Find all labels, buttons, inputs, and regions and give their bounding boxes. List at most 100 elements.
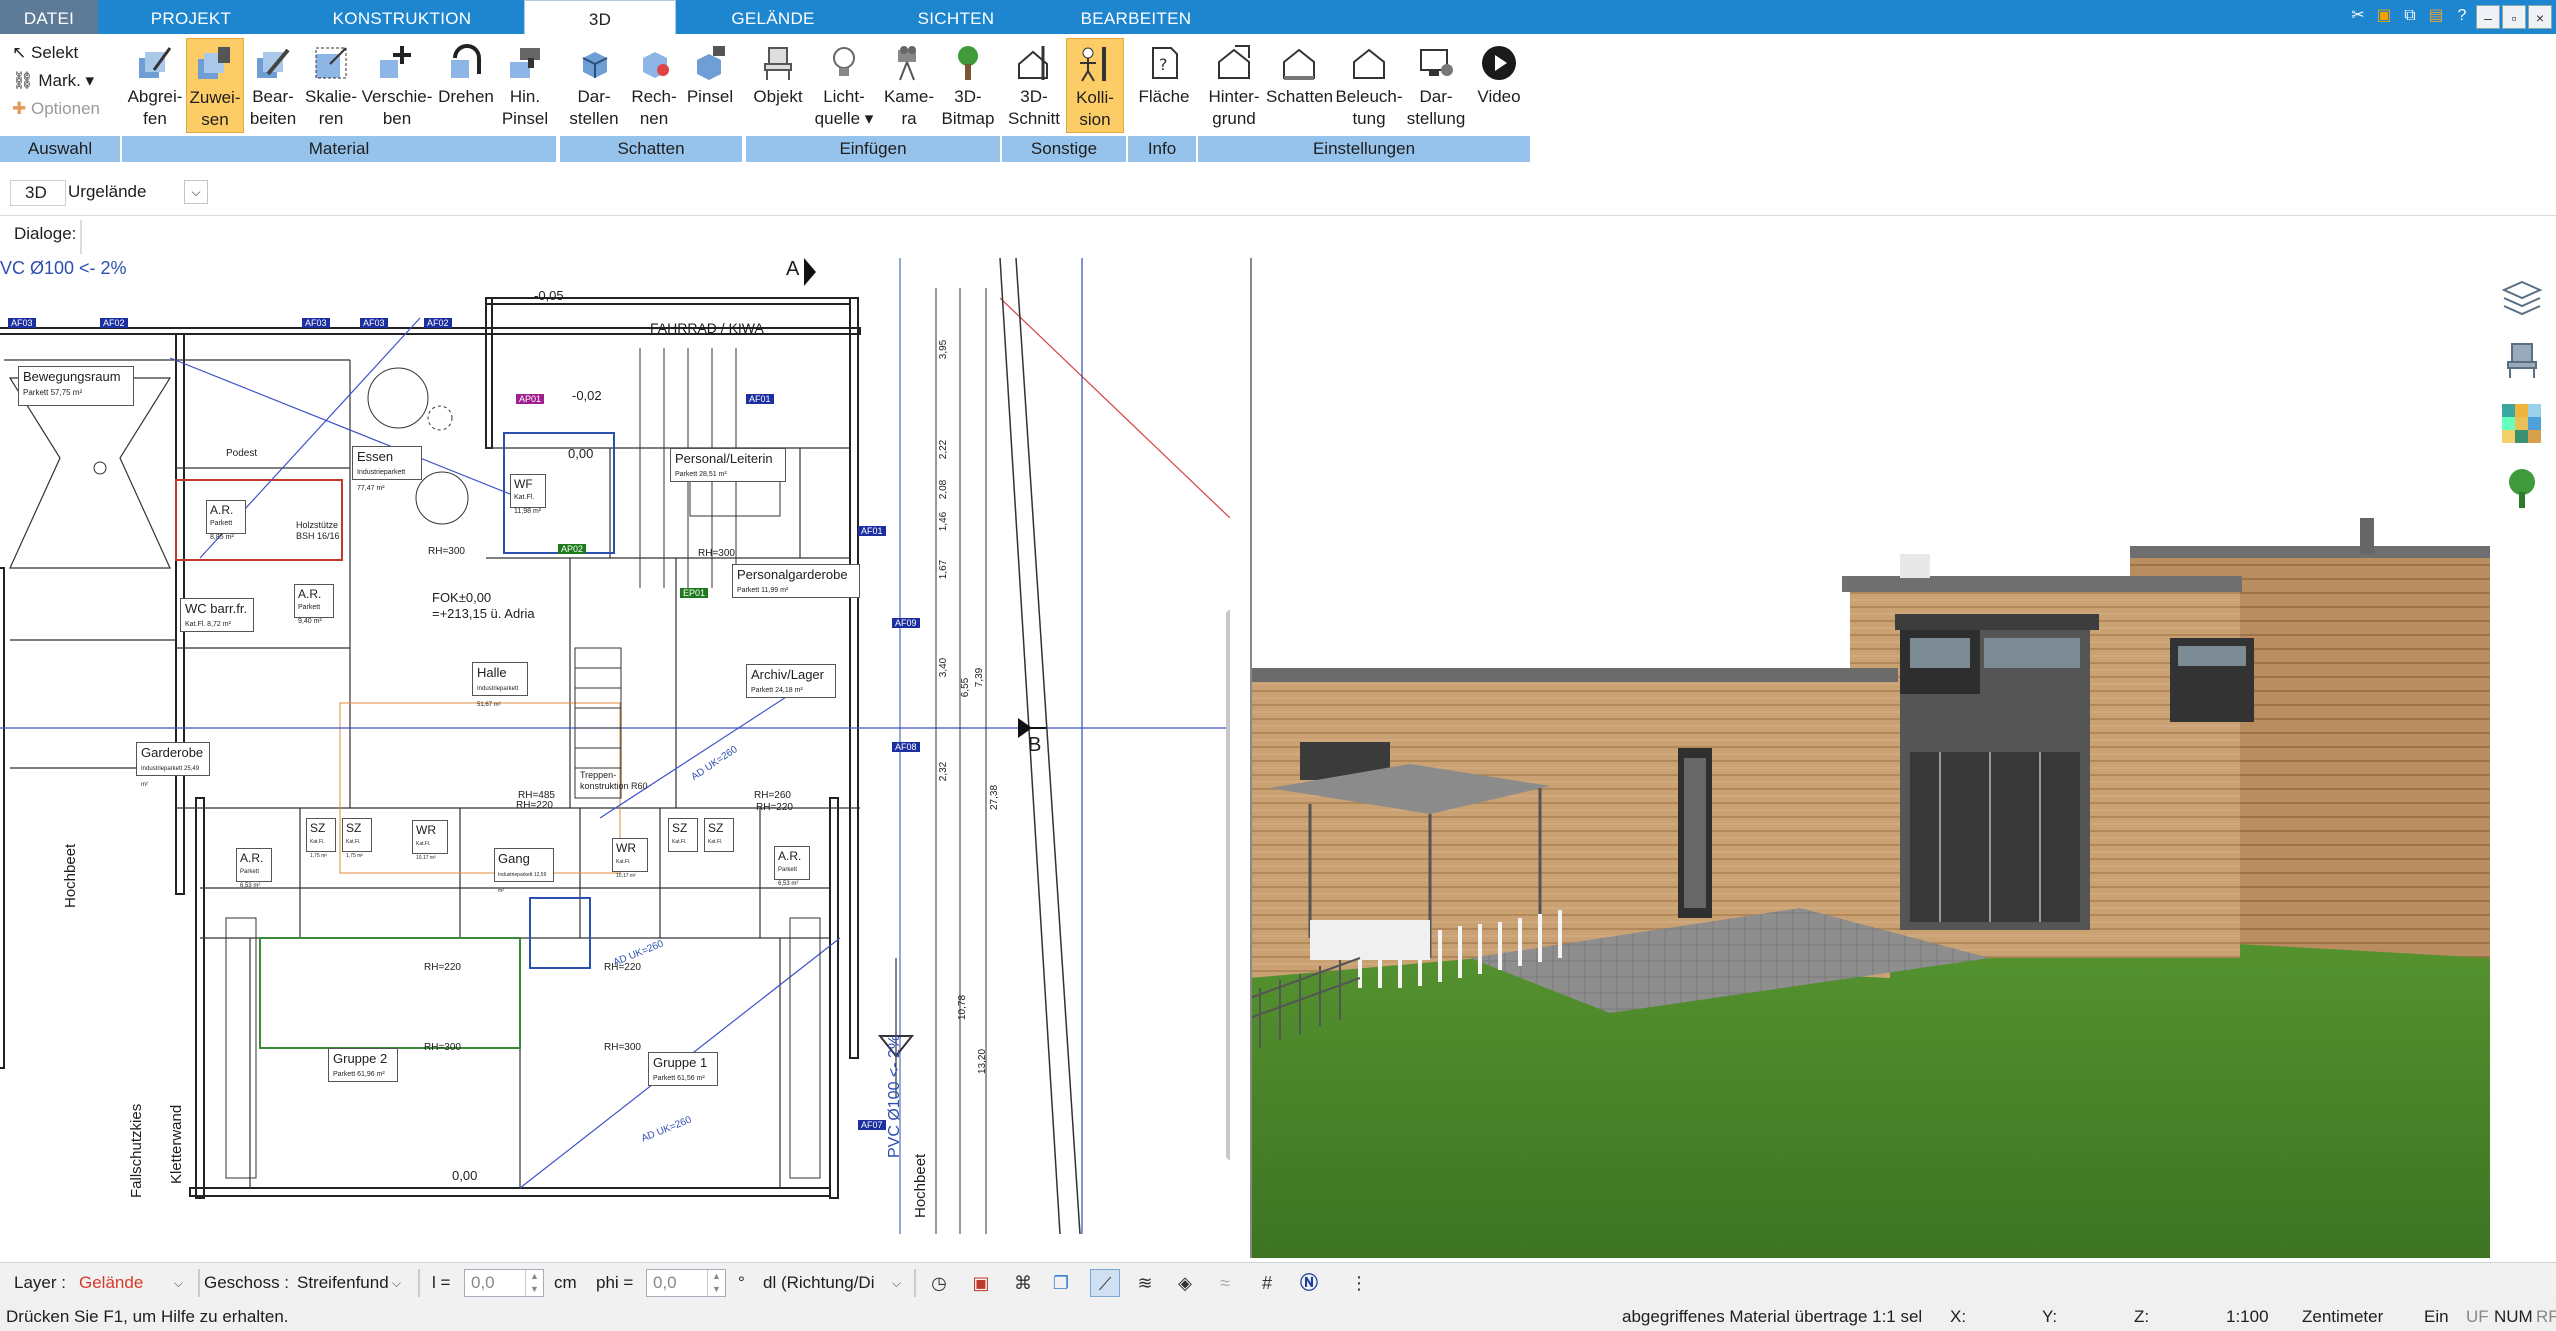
darstellung-label: Dar- [1419, 87, 1453, 106]
tab-konstruktion[interactable]: KONSTRUKTION [284, 0, 520, 34]
spinner-icon[interactable]: ▲ ▼ [525, 1270, 543, 1296]
room-tag: Essen Industrieparkett 77,47 m² [352, 446, 422, 492]
tab-datei[interactable]: DATEI [0, 0, 98, 34]
schnitt-button[interactable]: 3D- Schnitt [1004, 38, 1064, 133]
tab-bearbeiten[interactable]: BEARBEITEN [1046, 0, 1226, 34]
spinner-icon[interactable]: ▲ ▼ [707, 1270, 725, 1296]
north-icon[interactable]: Ⓝ [1294, 1269, 1324, 1297]
skalieren-button[interactable]: Skalie-ren [302, 38, 360, 133]
tab-projekt[interactable]: PROJEKT [98, 0, 284, 34]
tools-icon[interactable]: ✂ [2346, 4, 2370, 28]
plane-icon[interactable]: ◈ [1170, 1269, 1200, 1297]
close-button[interactable]: × [2528, 5, 2552, 29]
tab-gelaende[interactable]: GELÄNDE [680, 0, 866, 34]
darstellung-button[interactable]: Dar-stellung [1404, 38, 1468, 133]
zuweisen-button[interactable]: Zuwei-sen [186, 38, 244, 133]
tree-icon[interactable] [2500, 466, 2544, 510]
selekt-button[interactable]: ↖ Selekt [12, 42, 78, 64]
bearbeiten-button[interactable]: Bear-beiten [244, 38, 302, 133]
assign-icon [196, 45, 234, 83]
plan-tag: AF02 [100, 318, 128, 328]
texture-icon[interactable] [2500, 402, 2544, 446]
chair-icon[interactable] [2500, 338, 2544, 382]
phi-input[interactable]: 0,0 ▲ ▼ [646, 1269, 726, 1297]
dim-label: 1,46 [938, 511, 950, 532]
grid-icon[interactable]: # [1252, 1269, 1282, 1297]
chevron-down-icon: ⌵ [891, 1276, 901, 1290]
room-tag: Bewegungsraum Parkett 57,75 m² [18, 366, 134, 406]
hin-pinsel-button[interactable]: Hin. Pinsel [498, 38, 552, 133]
coord-y: Y: [2042, 1307, 2058, 1326]
folder-icon[interactable]: ▤ [2424, 4, 2448, 28]
floor-plan-view[interactable]: VC Ø100 <- 2% FAHRRAD / KIWA -0,05 -0,02… [0, 258, 1230, 1234]
drehen-button[interactable]: Drehen [434, 38, 498, 133]
clock-icon[interactable]: ◷ [924, 1269, 954, 1297]
mark-button[interactable]: ⛓ Mark. ▾ [12, 70, 94, 92]
room-name: Podest [226, 448, 258, 459]
minimize-button[interactable]: – [2476, 5, 2500, 29]
tab-sichten[interactable]: SICHTEN [866, 0, 1046, 34]
geschoss-value: Streifenfund [297, 1273, 389, 1292]
beleuchtung-button[interactable]: Beleuch-tung [1334, 38, 1404, 133]
vertical-scrollbar[interactable] [1226, 610, 1230, 1160]
flaeche-button[interactable]: ? Fläche [1132, 38, 1196, 133]
camera-icon[interactable]: ⌘ [1008, 1269, 1038, 1297]
hintergrund-button[interactable]: Hinter-grund [1202, 38, 1266, 133]
darstellen-label2: stellen [569, 109, 619, 128]
area-label: Fallschutzkies [128, 1103, 145, 1198]
cube-shadow-icon [575, 44, 613, 82]
optionen-button[interactable]: ✚ Optionen [12, 98, 100, 120]
length-input[interactable]: 0,0 ▲ ▼ [464, 1269, 544, 1297]
layer-select[interactable]: Gelände ⌵ [72, 1269, 188, 1297]
room-name: WF [514, 477, 533, 491]
kollision-button[interactable]: Kolli-sion [1066, 38, 1124, 133]
einst-schatten-button[interactable]: Schatten [1266, 38, 1333, 133]
room-tag: Garderobe Industrieparkett 25,49 m² [136, 742, 210, 788]
restore-button[interactable]: ▫ [2502, 5, 2526, 29]
kamera-button[interactable]: Kame-ra [880, 38, 938, 133]
room-sub: Kat.Fl. 1,75 m² [346, 839, 363, 859]
snap-icon[interactable]: ⟋ [1090, 1269, 1120, 1297]
group-schatten: Schatten [560, 136, 742, 162]
house-light-icon [1350, 44, 1388, 82]
monitor-icon[interactable]: ▣ [966, 1269, 996, 1297]
objekt-button[interactable]: Objekt [748, 38, 808, 133]
lichtquelle-button[interactable]: Licht-quelle ▾ [808, 38, 880, 133]
save-icon[interactable]: ▣ [2372, 4, 2396, 28]
plan-tag: AP02 [558, 544, 587, 554]
room-tag: A.R. Parkett 8,85 m² [206, 500, 246, 541]
room-name: Garderobe [141, 745, 204, 760]
room-sub: Parkett 11,99 m² [737, 587, 789, 594]
hatch-icon[interactable]: ≋ [1130, 1269, 1160, 1297]
3d-view[interactable] [1250, 258, 2490, 1258]
dim-label: 1,67 [938, 559, 950, 580]
room-name: Essen [357, 449, 394, 464]
video-button[interactable]: Video [1468, 38, 1530, 133]
mark-label: Mark. [38, 71, 81, 90]
rechnen-button[interactable]: Rech-nen [626, 38, 682, 133]
room-tag: Gruppe 2 Parkett 61,96 m² [328, 1048, 398, 1082]
scale-icon [312, 44, 350, 82]
plan-tag: AF03 [302, 318, 330, 328]
unit-value: Zentimeter [2302, 1307, 2384, 1326]
surface-icon[interactable]: ≈ [1210, 1269, 1240, 1297]
geschoss-select[interactable]: Streifenfund ⌵ [290, 1269, 406, 1297]
terrain-dropdown[interactable]: Urgelände ⌵ [66, 176, 208, 208]
verschieben-button[interactable]: Verschie-ben [360, 38, 434, 133]
bearbeiten-label: Bear- [252, 87, 294, 106]
darstellen-button[interactable]: Dar-stellen [562, 38, 626, 133]
window-icon[interactable]: ⧉ [2398, 4, 2422, 28]
copy-icon[interactable]: ❐ [1046, 1269, 1076, 1297]
help-icon[interactable]: ? [2450, 4, 2474, 28]
bitmap-button[interactable]: 3D- Bitmap [938, 38, 998, 133]
room-name: SZ [672, 821, 688, 835]
tab-3d[interactable]: 3D [524, 0, 676, 34]
area-label: Kletterwand [168, 1104, 185, 1184]
more-icon[interactable]: ⋮ [1344, 1269, 1374, 1297]
chair-icon [759, 44, 797, 82]
layers-icon[interactable] [2500, 276, 2544, 320]
beleuchtung-label: Beleuch- [1335, 87, 1403, 106]
schatten-pinsel-button[interactable]: Pinsel [682, 38, 738, 133]
abgreifen-button[interactable]: Abgrei-fen [124, 38, 186, 133]
direction-select[interactable]: dl (Richtung/Di ⌵ [756, 1269, 906, 1297]
